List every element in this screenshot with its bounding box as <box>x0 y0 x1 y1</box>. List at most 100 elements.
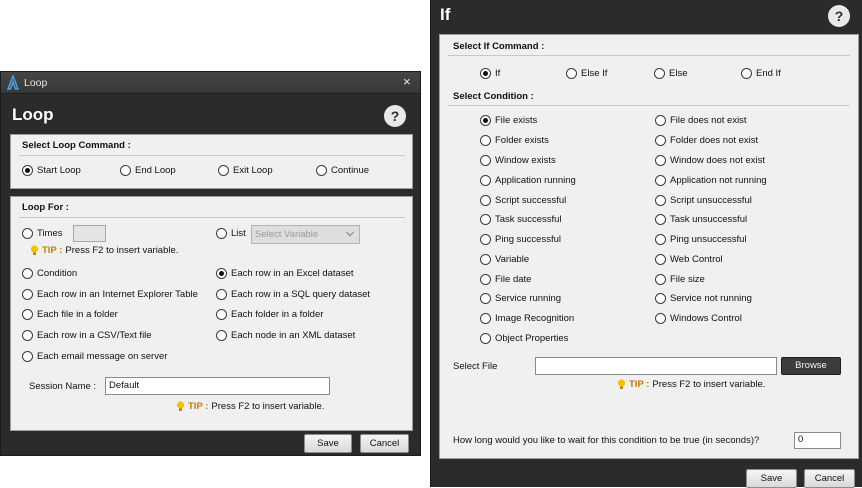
radio-button[interactable] <box>480 175 491 186</box>
radio-button[interactable] <box>655 195 666 206</box>
radio-button[interactable] <box>480 293 491 304</box>
loop-cancel-button[interactable]: Cancel <box>360 434 409 453</box>
radio-button[interactable] <box>22 351 33 362</box>
radio-button[interactable] <box>22 289 33 300</box>
radio-button[interactable] <box>480 313 491 324</box>
radio-button[interactable] <box>655 234 666 245</box>
radio-button[interactable] <box>655 175 666 186</box>
radio-button[interactable] <box>655 115 666 126</box>
radio-button[interactable] <box>216 289 227 300</box>
radio-button[interactable] <box>655 274 666 285</box>
radio-object-properties[interactable]: Object Properties <box>480 333 568 344</box>
radio-times[interactable]: Times <box>22 228 63 239</box>
radio-script-unsuccessful[interactable]: Script unsuccessful <box>655 195 752 206</box>
radio-image-recognition[interactable]: Image Recognition <box>480 313 574 324</box>
radio-button[interactable] <box>480 135 491 146</box>
radio-variable[interactable]: Variable <box>480 254 529 265</box>
radio-task-unsuccessful[interactable]: Task unsuccessful <box>655 214 747 225</box>
radio-button[interactable] <box>216 330 227 341</box>
radio-button[interactable] <box>316 165 327 176</box>
radio-button[interactable] <box>480 155 491 166</box>
radio-button[interactable] <box>480 333 491 344</box>
radio-ping-unsuccessful[interactable]: Ping unsuccessful <box>655 234 747 245</box>
radio-button[interactable] <box>480 234 491 245</box>
radio-button[interactable] <box>22 330 33 341</box>
radio-label: Each row in a CSV/Text file <box>37 330 152 341</box>
radio-file-date[interactable]: File date <box>480 274 531 285</box>
radio-excel-row[interactable]: Each row in an Excel dataset <box>216 268 354 279</box>
radio-button[interactable] <box>655 293 666 304</box>
radio-button[interactable] <box>655 313 666 324</box>
radio-csv-row[interactable]: Each row in a CSV/Text file <box>22 330 152 341</box>
radio-ping-successful[interactable]: Ping successful <box>480 234 561 245</box>
radio-button-selected[interactable] <box>480 68 491 79</box>
radio-button[interactable] <box>120 165 131 176</box>
radio-button[interactable] <box>480 195 491 206</box>
radio-web-control[interactable]: Web Control <box>655 254 723 265</box>
radio-button-selected[interactable] <box>22 165 33 176</box>
radio-button[interactable] <box>22 309 33 320</box>
loop-titlebar[interactable]: Loop × <box>1 72 420 94</box>
radio-file-size[interactable]: File size <box>655 274 705 285</box>
radio-button-selected[interactable] <box>480 115 491 126</box>
wait-seconds-input[interactable]: 0 <box>794 432 841 449</box>
radio-button[interactable] <box>480 274 491 285</box>
radio-file-exists[interactable]: File exists <box>480 115 537 126</box>
radio-if[interactable]: If <box>480 68 500 79</box>
loop-save-button[interactable]: Save <box>304 434 352 453</box>
list-variable-select[interactable]: Select Variable <box>251 225 360 244</box>
help-icon[interactable]: ? <box>828 5 850 27</box>
radio-folder-in-folder[interactable]: Each folder in a folder <box>216 309 323 320</box>
radio-button[interactable] <box>216 228 227 239</box>
radio-sql-row[interactable]: Each row in a SQL query dataset <box>216 289 370 300</box>
radio-list[interactable]: List <box>216 228 246 239</box>
radio-label: File size <box>670 274 705 285</box>
close-icon[interactable]: × <box>403 75 411 89</box>
radio-button[interactable] <box>655 155 666 166</box>
radio-file-not-exist[interactable]: File does not exist <box>655 115 747 126</box>
radio-folder-exists[interactable]: Folder exists <box>480 135 549 146</box>
radio-folder-not-exist[interactable]: Folder does not exist <box>655 135 758 146</box>
radio-else-if[interactable]: Else If <box>566 68 607 79</box>
if-save-button[interactable]: Save <box>746 469 797 488</box>
radio-end-loop[interactable]: End Loop <box>120 165 176 176</box>
radio-button[interactable] <box>22 268 33 279</box>
radio-button-selected[interactable] <box>216 268 227 279</box>
radio-end-if[interactable]: End If <box>741 68 781 79</box>
radio-service-not-running[interactable]: Service not running <box>655 293 752 304</box>
radio-condition[interactable]: Condition <box>22 268 77 279</box>
radio-button[interactable] <box>216 309 227 320</box>
radio-application-not-running[interactable]: Application not running <box>655 175 767 186</box>
radio-windows-control[interactable]: Windows Control <box>655 313 742 324</box>
radio-script-successful[interactable]: Script successful <box>480 195 566 206</box>
radio-button[interactable] <box>655 135 666 146</box>
select-file-input[interactable] <box>535 357 777 375</box>
radio-email-message[interactable]: Each email message on server <box>22 351 167 362</box>
if-cancel-button[interactable]: Cancel <box>804 469 855 488</box>
radio-button[interactable] <box>480 254 491 265</box>
radio-start-loop[interactable]: Start Loop <box>22 165 81 176</box>
radio-button[interactable] <box>22 228 33 239</box>
radio-window-exists[interactable]: Window exists <box>480 155 556 166</box>
radio-file-in-folder[interactable]: Each file in a folder <box>22 309 118 320</box>
radio-service-running[interactable]: Service running <box>480 293 561 304</box>
radio-button[interactable] <box>218 165 229 176</box>
radio-button[interactable] <box>655 214 666 225</box>
radio-xml-node[interactable]: Each node in an XML dataset <box>216 330 355 341</box>
radio-button[interactable] <box>655 254 666 265</box>
radio-window-not-exist[interactable]: Window does not exist <box>655 155 765 166</box>
help-icon[interactable]: ? <box>384 105 406 127</box>
radio-button[interactable] <box>654 68 665 79</box>
radio-continue[interactable]: Continue <box>316 165 369 176</box>
radio-ie-table[interactable]: Each row in an Internet Explorer Table <box>22 289 198 300</box>
radio-button[interactable] <box>566 68 577 79</box>
radio-application-running[interactable]: Application running <box>480 175 576 186</box>
radio-exit-loop[interactable]: Exit Loop <box>218 165 273 176</box>
session-name-input[interactable]: Default <box>105 377 330 395</box>
times-input[interactable] <box>73 225 106 242</box>
radio-button[interactable] <box>741 68 752 79</box>
radio-task-successful[interactable]: Task successful <box>480 214 562 225</box>
radio-button[interactable] <box>480 214 491 225</box>
browse-button[interactable]: Browse <box>781 357 841 375</box>
radio-else[interactable]: Else <box>654 68 687 79</box>
